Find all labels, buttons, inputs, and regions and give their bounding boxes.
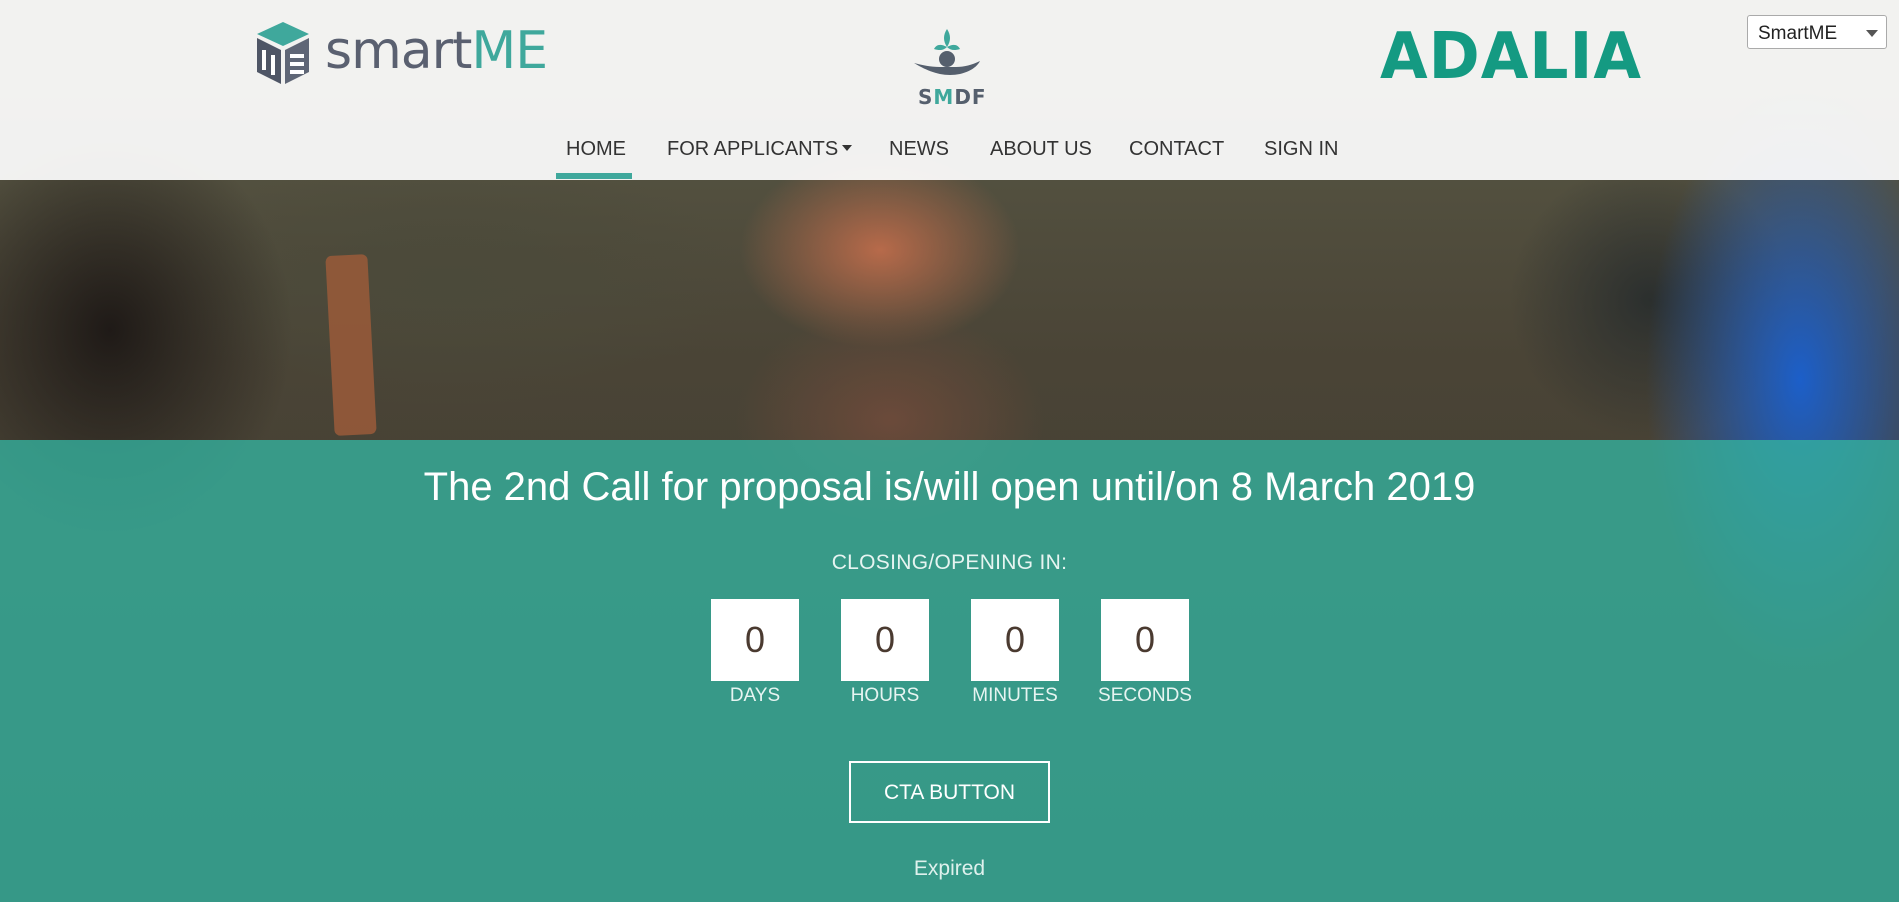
nav-for-applicants[interactable]: FOR APPLICANTS [667, 138, 853, 161]
countdown-hours-label: HOURS [850, 685, 920, 706]
countdown-seconds-label: SECONDS [1098, 685, 1192, 706]
countdown-days-value: 0 [744, 619, 766, 660]
nav-about-us[interactable]: ABOUT US [990, 138, 1092, 161]
countdown-hours-value: 0 [874, 619, 896, 660]
smartme-cube-icon [257, 22, 309, 84]
nav-sign-in[interactable]: SIGN IN [1264, 138, 1338, 161]
language-select[interactable]: SmartME [1747, 15, 1887, 49]
status-expired: Expired [913, 857, 986, 880]
nav-active-indicator [556, 173, 632, 179]
countdown-seconds-box: 0 [1101, 599, 1189, 681]
caret-down-icon [842, 144, 853, 151]
hero-photo-detail [325, 254, 377, 436]
countdown-title: CLOSING/OPENING IN: [831, 551, 1068, 574]
adalia-wordmark: ADALIA [1380, 20, 1642, 86]
smdf-hand-sprout-icon [914, 29, 980, 75]
smdf-logo[interactable]: SMDF [910, 25, 987, 110]
countdown-minutes-box: 0 [971, 599, 1059, 681]
countdown-seconds-value: 0 [1134, 619, 1156, 660]
nav-for-applicants-label: FOR APPLICANTS [667, 138, 839, 160]
main-nav: HOME FOR APPLICANTS NEWS ABOUT US CONTAC… [0, 130, 1899, 180]
smartme-logo[interactable]: smartME [255, 20, 548, 90]
countdown-minutes-label: MINUTES [972, 685, 1058, 706]
countdown-hours-box: 0 [841, 599, 929, 681]
cta-button[interactable]: CTA BUTTON [849, 761, 1050, 823]
language-select-value: SmartME [1758, 23, 1838, 44]
nav-home[interactable]: HOME [566, 138, 626, 161]
countdown-minutes-value: 0 [1004, 619, 1026, 660]
adalia-logo[interactable]: ADALIA [1380, 20, 1645, 86]
chevron-down-icon [1866, 30, 1878, 37]
site-header: smartME SMDF ADALIA SmartME HOME FOR APP… [0, 0, 1899, 180]
smartme-wordmark: smartME [325, 21, 548, 81]
cta-button-label: CTA BUTTON [883, 781, 1016, 804]
call-headline: The 2nd Call for proposal is/will open u… [423, 465, 1476, 509]
smdf-wordmark: SMDF [918, 85, 987, 109]
nav-contact[interactable]: CONTACT [1129, 138, 1224, 161]
nav-news[interactable]: NEWS [889, 138, 949, 161]
countdown-days-label: DAYS [729, 685, 781, 706]
countdown-days-box: 0 [711, 599, 799, 681]
